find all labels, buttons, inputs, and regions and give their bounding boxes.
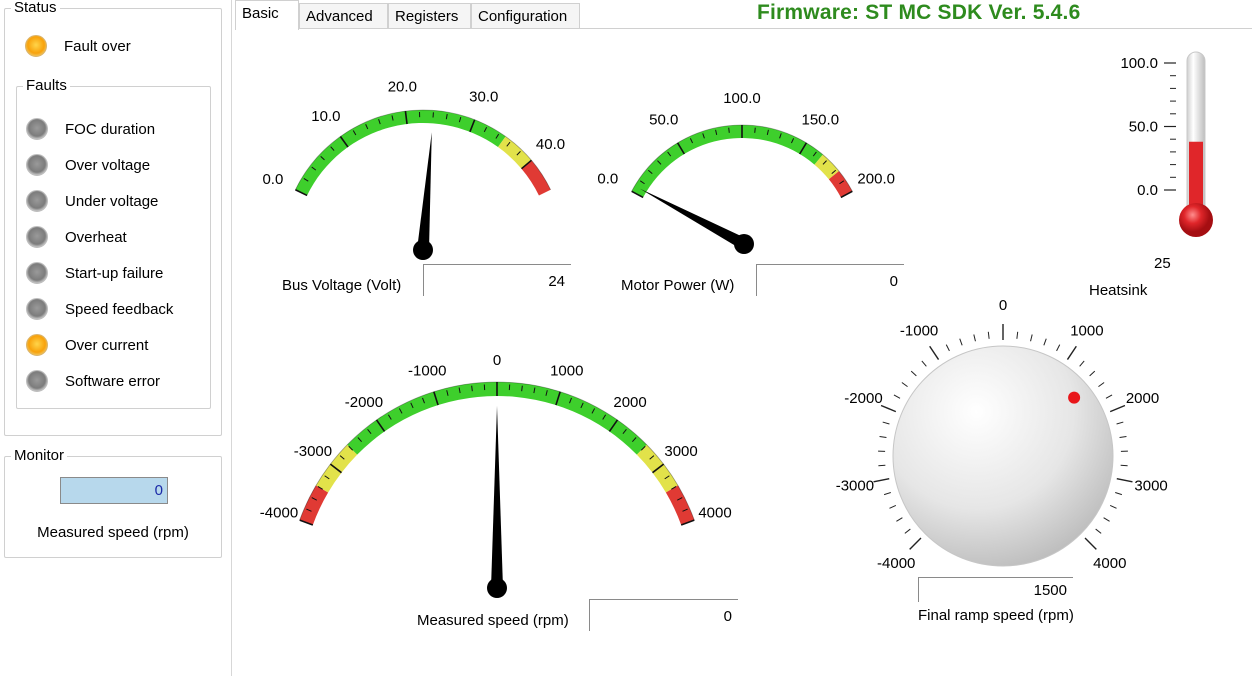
bus-voltage-readout: 24 xyxy=(423,264,571,296)
knob-minor-tick xyxy=(1098,382,1105,388)
measured-speed-tick-label: -3000 xyxy=(294,443,332,460)
knob-tick-label: 0 xyxy=(999,297,1007,314)
bus-voltage-tick-label: 20.0 xyxy=(388,78,417,95)
knob-major-tick xyxy=(929,345,940,360)
knob-minor-tick xyxy=(1109,504,1117,509)
bus-voltage-gauge: 0.0 10.0 20.0 30.0 40.0 0.0 50.0 100.0 150.0 200.… xyxy=(260,51,1213,598)
knob-major-tick xyxy=(1084,537,1097,550)
knob-major-tick xyxy=(880,404,897,413)
knob-minor-tick xyxy=(1115,491,1123,496)
knob-minor-tick xyxy=(879,435,887,439)
knob-major-tick xyxy=(873,477,890,483)
motor-power-minor-tick xyxy=(754,127,756,133)
measured-speed-tick-label: 0 xyxy=(493,352,501,369)
thermometer-tick-label: 100.0 xyxy=(1120,55,1158,72)
knob-minor-tick xyxy=(1030,334,1033,342)
bus-voltage-tick-label: 0.0 xyxy=(262,171,283,188)
knob-minor-tick xyxy=(1079,360,1085,367)
knob-minor-tick xyxy=(987,331,990,339)
knob-major-tick xyxy=(909,537,922,550)
thermometer-tick-label: 0.0 xyxy=(1137,182,1158,199)
knob-minor-tick xyxy=(1105,394,1113,399)
motor-power-label: Motor Power (W) xyxy=(621,277,735,294)
knob-major-tick xyxy=(1066,345,1077,360)
knob-tick-label: -1000 xyxy=(900,322,938,339)
knob-minor-tick xyxy=(901,382,908,388)
measured-speed-tick-label: -1000 xyxy=(408,363,446,380)
knob-minor-tick xyxy=(878,464,886,467)
knob-major-tick xyxy=(1116,477,1133,483)
thermometer-tick-label: 50.0 xyxy=(1129,119,1158,136)
ramp-speed-knob xyxy=(892,345,1114,567)
knob-minor-tick xyxy=(1120,464,1128,467)
knob-major-tick xyxy=(1109,404,1126,413)
knob-minor-tick xyxy=(945,344,950,352)
bus-voltage-tick-label: 30.0 xyxy=(469,88,498,105)
measured-speed-tick-label: 4000 xyxy=(698,505,731,522)
motor-power-zone-0 xyxy=(631,124,823,198)
knob-minor-tick xyxy=(921,360,927,367)
motor-power-tick-label: 150.0 xyxy=(802,112,840,129)
knob-minor-tick xyxy=(889,504,897,509)
measured-speed-tick-label: -2000 xyxy=(345,394,383,411)
final-ramp-speed-input[interactable]: 1500 xyxy=(918,577,1073,602)
motor-power-needle xyxy=(639,188,747,250)
motor-power-tick-label: 100.0 xyxy=(723,90,761,107)
measured-speed-tick-label: 3000 xyxy=(664,443,697,460)
knob-minor-tick xyxy=(1103,517,1110,522)
measured-speed-zone-0 xyxy=(299,485,329,525)
knob-minor-tick xyxy=(1119,435,1127,439)
final-ramp-speed-label: Final ramp speed (rpm) xyxy=(918,607,1074,624)
knob-tick-label: 3000 xyxy=(1134,477,1167,494)
bus-voltage-needle-hub xyxy=(413,240,433,260)
knob-minor-tick xyxy=(896,517,903,522)
knob-minor-tick xyxy=(959,338,963,346)
knob-minor-tick xyxy=(1043,338,1047,346)
measured-speed-tick-label: -4000 xyxy=(260,505,298,522)
bus-voltage-label: Bus Voltage (Volt) xyxy=(282,277,402,294)
measured-speed-tick-label: 2000 xyxy=(613,394,646,411)
knob-minor-tick xyxy=(904,528,911,534)
measured-speed-label: Measured speed (rpm) xyxy=(417,612,569,629)
knob-tick-label: 4000 xyxy=(1093,555,1126,572)
measured-speed-needle-hub xyxy=(487,578,507,598)
knob-minor-tick xyxy=(1056,344,1061,352)
measured-speed-tick-label: 1000 xyxy=(550,363,583,380)
knob-tick-label: -4000 xyxy=(877,555,915,572)
motor-power-readout: 0 xyxy=(756,264,904,296)
knob-minor-tick xyxy=(882,421,890,425)
measured-speed-readout: 0 xyxy=(589,599,738,631)
motor-power-needle-hub xyxy=(734,234,754,254)
bus-voltage-tick-label: 40.0 xyxy=(536,136,565,153)
knob-indicator-dot xyxy=(1068,391,1081,404)
motor-power-tick-label: 0.0 xyxy=(597,171,618,188)
motor-power-tick-label: 50.0 xyxy=(649,112,678,129)
measured-speed-minor-tick xyxy=(471,385,473,392)
bus-voltage-needle xyxy=(417,132,432,251)
knob-tick-label: -2000 xyxy=(844,390,882,407)
motor-power-minor-tick xyxy=(728,127,730,133)
measured-speed-zone-4 xyxy=(665,485,695,525)
knob-minor-tick xyxy=(893,394,901,399)
knob-minor-tick xyxy=(1016,331,1019,339)
measured-speed-needle xyxy=(491,406,503,588)
knob-minor-tick xyxy=(973,334,976,342)
knob-tick-label: 2000 xyxy=(1126,390,1159,407)
knob-tick-label: 1000 xyxy=(1070,322,1103,339)
knob-tick-label: -3000 xyxy=(836,477,874,494)
knob-minor-tick xyxy=(910,370,917,377)
motor-power-tick-label: 200.0 xyxy=(857,171,895,188)
bus-voltage-tick-label: 10.0 xyxy=(311,108,340,125)
knob-minor-tick xyxy=(1116,421,1124,425)
thermometer-bulb xyxy=(1179,203,1213,237)
knob-minor-tick xyxy=(883,491,891,496)
measured-speed-minor-tick xyxy=(521,385,523,392)
knob-minor-tick xyxy=(1095,528,1102,534)
heatsink-label: Heatsink xyxy=(1089,282,1148,299)
knob-minor-tick xyxy=(1089,370,1096,377)
heatsink-value: 25 xyxy=(1154,255,1171,272)
